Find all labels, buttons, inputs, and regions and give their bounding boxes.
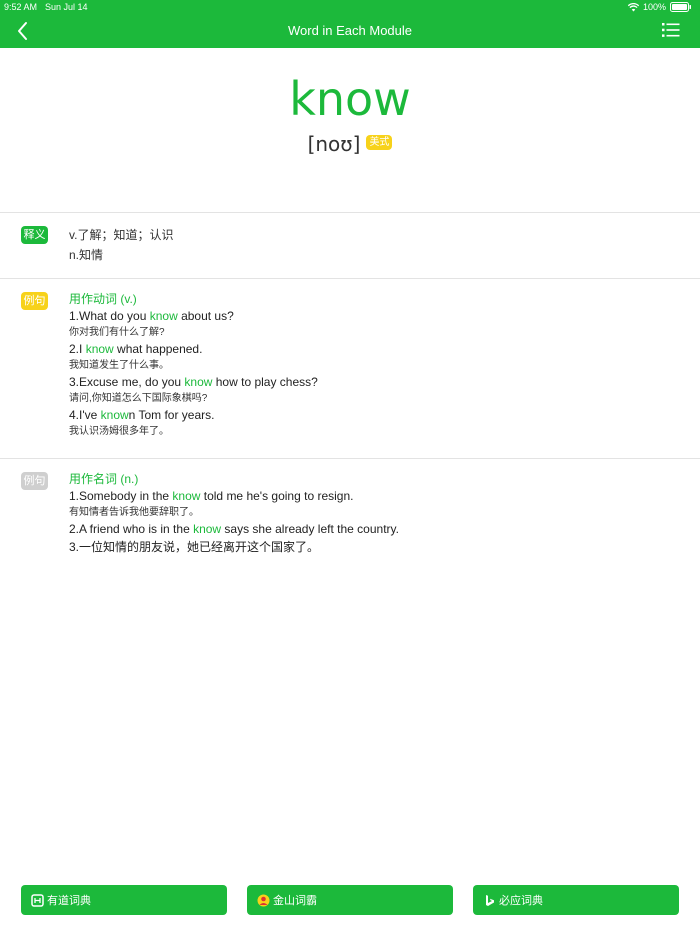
wifi-icon [627, 2, 639, 12]
youdao-button[interactable]: 有道词典 [21, 885, 227, 915]
status-right: 100% [627, 2, 692, 12]
example-tag: 例句 [21, 292, 48, 310]
definition-tag: 释义 [21, 226, 48, 244]
highlighted-word: know [184, 375, 213, 389]
example-zh: 我认识汤姆很多年了。 [69, 426, 169, 437]
divider [0, 212, 700, 213]
example-en: 2.A friend who is in the know says she a… [69, 522, 399, 536]
example-zh: 我知道发生了什么事。 [69, 360, 169, 371]
highlighted-word: know [149, 309, 178, 323]
example-zh: 有知情者告诉我他要辞职了。 [69, 507, 199, 518]
navigation-bar: Word in Each Module [0, 14, 700, 48]
bing-button[interactable]: 必应词典 [473, 885, 679, 915]
battery-percent: 100% [642, 2, 666, 12]
iciba-label: 金山词霸 [273, 895, 317, 907]
iciba-icon [257, 894, 270, 907]
iciba-button[interactable]: 金山词霸 [247, 885, 453, 915]
youdao-label: 有道词典 [47, 895, 91, 907]
verb-examples: 用作动词 (v.) 1.What do you know about us? 你… [69, 290, 680, 440]
highlighted-word: know [100, 408, 129, 422]
bing-icon [483, 894, 496, 907]
battery-icon [670, 2, 692, 12]
definition-line: v.了解；知道；认识 [69, 228, 174, 242]
highlighted-word: know [172, 489, 201, 503]
example-tag: 例句 [21, 472, 48, 490]
accent-badge[interactable]: 美式 [366, 134, 393, 150]
list-icon [662, 23, 680, 37]
list-menu-button[interactable] [662, 22, 680, 38]
definition-line: n.知情 [69, 248, 104, 262]
example-zh: 请问,你知道怎么下国际象棋吗? [69, 393, 208, 404]
divider [0, 278, 700, 279]
noun-heading: 用作名词 (n.) [69, 472, 139, 486]
example-en: 4.I've known Tom for years. [69, 408, 215, 422]
page-title: Word in Each Module [287, 23, 413, 38]
status-date: Sun Jul 14 [45, 2, 88, 12]
noun-examples: 用作名词 (n.) 1.Somebody in the know told me… [69, 470, 680, 555]
divider [0, 458, 700, 459]
top-bar: 9:52 AM Sun Jul 14 100% Word in Each Mod… [0, 0, 700, 48]
verb-heading: 用作动词 (v.) [69, 292, 137, 306]
youdao-icon [31, 893, 44, 907]
pronunciation-row: [noʊ] 美式 [0, 132, 700, 156]
phonetic: [noʊ] [307, 132, 361, 156]
highlighted-word: know [85, 342, 114, 356]
example-en: 1.Somebody in the know told me he's goin… [69, 489, 354, 503]
status-time: 9:52 AM [4, 2, 38, 12]
bing-label: 必应词典 [499, 895, 543, 907]
highlighted-word: know [193, 522, 222, 536]
status-bar: 9:52 AM Sun Jul 14 100% [4, 2, 692, 14]
example-en: 2.I know what happened. [69, 342, 203, 356]
example-en: 3.Excuse me, do you know how to play che… [69, 375, 318, 389]
headword: know [289, 72, 411, 126]
example-line: 3.一位知情的朋友说，她已经离开这个国家了。 [69, 540, 320, 554]
definition-list: v.了解；知道；认识 n.知情 [69, 225, 680, 265]
example-zh: 你对我们有什么了解? [69, 327, 165, 338]
example-en: 1.What do you know about us? [69, 309, 234, 323]
